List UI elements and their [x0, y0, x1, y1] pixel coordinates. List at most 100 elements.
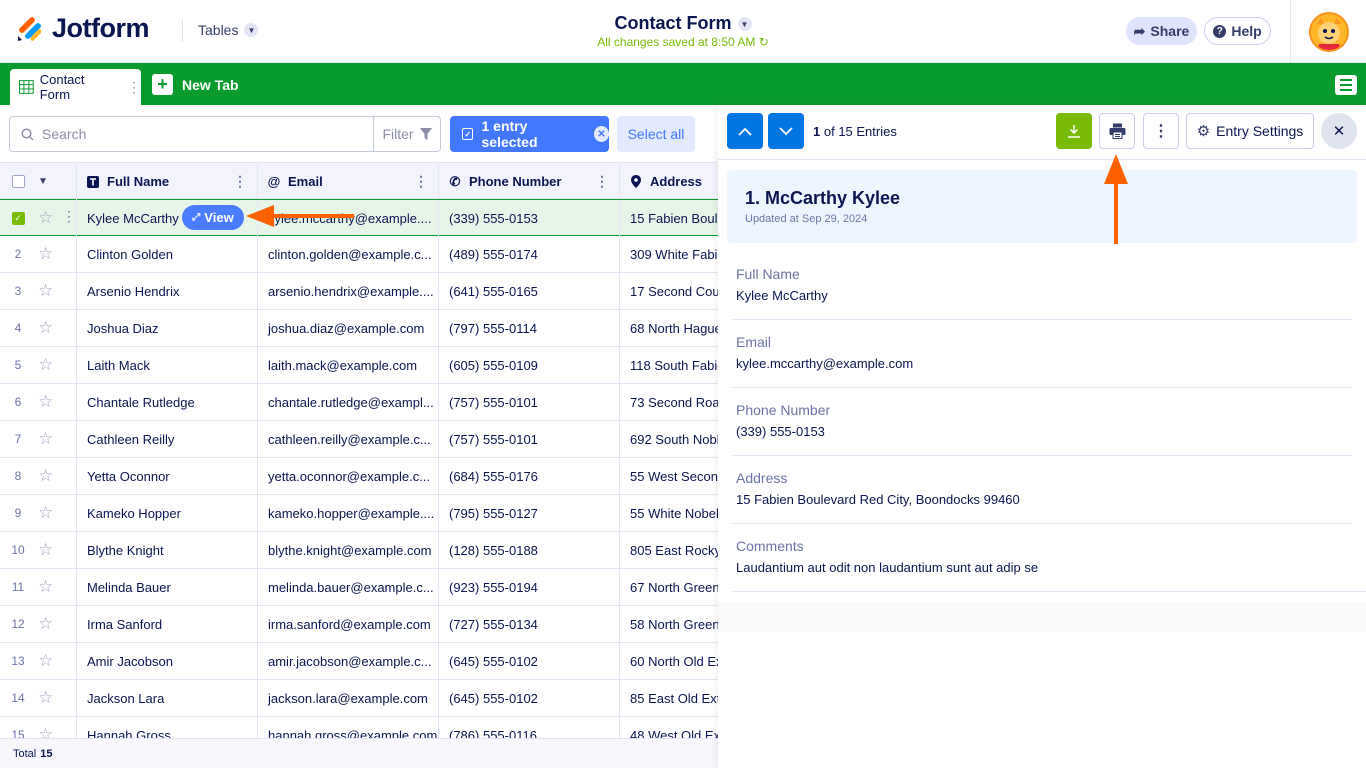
- cell-email[interactable]: kylee.mccarthy@example....: [258, 200, 439, 236]
- avatar[interactable]: [1309, 12, 1349, 52]
- cell-full-name[interactable]: Melinda Bauer: [77, 569, 258, 605]
- cell-phone[interactable]: (489) 555-0174: [439, 236, 620, 272]
- star-icon[interactable]: ☆: [38, 282, 53, 300]
- column-full-name[interactable]: Full Name ⋮: [77, 163, 258, 200]
- cell-email[interactable]: chantale.rutledge@exampl...: [258, 384, 439, 420]
- cell-email[interactable]: joshua.diaz@example.com: [258, 310, 439, 346]
- cell-address[interactable]: 48 West Old Ex: [620, 717, 718, 739]
- cell-full-name[interactable]: Irma Sanford: [77, 606, 258, 642]
- chevron-down-icon[interactable]: ▼: [38, 176, 48, 187]
- cell-email[interactable]: irma.sanford@example.com: [258, 606, 439, 642]
- more-vertical-icon[interactable]: ⋮: [233, 173, 247, 190]
- cell-phone[interactable]: (641) 555-0165: [439, 273, 620, 309]
- cell-phone[interactable]: (605) 555-0109: [439, 347, 620, 383]
- cell-email[interactable]: arsenio.hendrix@example....: [258, 273, 439, 309]
- column-address[interactable]: Address: [620, 163, 718, 200]
- entry-settings-button[interactable]: ⚙ Entry Settings: [1186, 113, 1314, 149]
- star-icon[interactable]: ☆: [38, 541, 53, 559]
- close-panel-button[interactable]: ✕: [1321, 113, 1357, 149]
- star-icon[interactable]: ☆: [38, 652, 53, 670]
- clear-selection-icon[interactable]: ✕: [593, 126, 609, 142]
- cell-email[interactable]: cathleen.reilly@example.c...: [258, 421, 439, 457]
- cell-address[interactable]: 60 North Old Ex: [620, 643, 718, 679]
- cell-email[interactable]: kameko.hopper@example....: [258, 495, 439, 531]
- checkbox-checked-icon[interactable]: ✓: [11, 211, 25, 225]
- cell-email[interactable]: melinda.bauer@example.c...: [258, 569, 439, 605]
- share-button[interactable]: ➦ Share: [1126, 17, 1197, 45]
- cell-address[interactable]: 68 North Hague: [620, 310, 718, 346]
- cell-full-name[interactable]: Joshua Diaz: [77, 310, 258, 346]
- star-icon[interactable]: ☆: [38, 393, 53, 411]
- more-vertical-icon[interactable]: ⋮: [127, 79, 141, 96]
- table-row[interactable]: 6 ☆ Chantale Rutledge chantale.rutledge@exa…: [0, 384, 718, 421]
- cell-address[interactable]: 118 South Fabien: [620, 347, 718, 383]
- cell-address[interactable]: 73 Second Road: [620, 384, 718, 420]
- table-row[interactable]: 8 ☆ Yetta Oconnor yetta.oconnor@example.c..…: [0, 458, 718, 495]
- tab-contact-form[interactable]: Contact Form ⋮: [10, 69, 141, 105]
- row-checkbox[interactable]: ✓: [0, 200, 36, 236]
- star-icon[interactable]: ☆: [38, 319, 53, 337]
- star-icon[interactable]: ☆: [38, 504, 53, 522]
- cell-email[interactable]: amir.jacobson@example.c...: [258, 643, 439, 679]
- previous-entry-button[interactable]: [727, 113, 763, 149]
- cell-full-name[interactable]: Kameko Hopper: [77, 495, 258, 531]
- more-vertical-icon[interactable]: ⋮: [414, 173, 428, 190]
- cell-phone[interactable]: (757) 555-0101: [439, 384, 620, 420]
- cell-phone[interactable]: (786) 555-0116: [439, 717, 620, 738]
- next-entry-button[interactable]: [768, 113, 804, 149]
- cell-address[interactable]: 15 Fabien Boulev: [620, 200, 718, 236]
- cell-phone[interactable]: (923) 555-0194: [439, 569, 620, 605]
- cell-email[interactable]: hannah.gross@example.com: [258, 717, 439, 738]
- select-all-checkbox[interactable]: [12, 175, 25, 188]
- star-icon[interactable]: ☆: [38, 430, 53, 448]
- menu-button[interactable]: [1335, 75, 1357, 95]
- cell-phone[interactable]: (757) 555-0101: [439, 421, 620, 457]
- cell-full-name[interactable]: Chantale Rutledge: [77, 384, 258, 420]
- cell-phone[interactable]: (727) 555-0134: [439, 606, 620, 642]
- cell-email[interactable]: yetta.oconnor@example.c...: [258, 458, 439, 494]
- help-button[interactable]: ? Help: [1204, 17, 1271, 45]
- view-entry-button[interactable]: ⤢ View: [182, 205, 244, 230]
- cell-full-name[interactable]: Arsenio Hendrix: [77, 273, 258, 309]
- cell-address[interactable]: 17 Second Cour: [620, 273, 718, 309]
- table-row[interactable]: 12 ☆ Irma Sanford irma.sanford@example.com(…: [0, 606, 718, 643]
- star-icon[interactable]: ☆: [38, 689, 53, 707]
- table-row[interactable]: 14 ☆ Jackson Lara jackson.lara@example.com(…: [0, 680, 718, 717]
- cell-phone[interactable]: (339) 555-0153: [439, 200, 620, 236]
- download-button[interactable]: [1056, 113, 1092, 149]
- cell-email[interactable]: jackson.lara@example.com: [258, 680, 439, 716]
- more-vertical-icon[interactable]: ⋮: [595, 173, 609, 190]
- more-options-button[interactable]: ⋮: [1143, 113, 1179, 149]
- cell-phone[interactable]: (645) 555-0102: [439, 680, 620, 716]
- table-row[interactable]: 10 ☆ Blythe Knight blythe.knight@example.co…: [0, 532, 718, 569]
- star-icon[interactable]: ☆: [38, 578, 53, 596]
- cell-full-name[interactable]: Blythe Knight: [77, 532, 258, 568]
- cell-full-name[interactable]: Clinton Golden: [77, 236, 258, 272]
- table-row[interactable]: 9 ☆ Kameko Hopper kameko.hopper@example....…: [0, 495, 718, 532]
- table-row[interactable]: 4 ☆ Joshua Diaz joshua.diaz@example.com (797…: [0, 310, 718, 347]
- table-row[interactable]: 13 ☆ Amir Jacobson amir.jacobson@example.c.…: [0, 643, 718, 680]
- cell-address[interactable]: 55 West Second: [620, 458, 718, 494]
- cell-address[interactable]: 55 White Nobel: [620, 495, 718, 531]
- cell-address[interactable]: 58 North Green: [620, 606, 718, 642]
- cell-full-name[interactable]: Jackson Lara: [77, 680, 258, 716]
- table-row[interactable]: 2 ☆ Clinton Golden clinton.golden@example.c…: [0, 236, 718, 273]
- table-row[interactable]: 7 ☆ Cathleen Reilly cathleen.reilly@example…: [0, 421, 718, 458]
- cell-email[interactable]: blythe.knight@example.com: [258, 532, 439, 568]
- column-email[interactable]: @ Email ⋮: [258, 163, 439, 200]
- cell-full-name[interactable]: Amir Jacobson: [77, 643, 258, 679]
- star-icon[interactable]: ☆: [38, 209, 53, 227]
- cell-phone[interactable]: (645) 555-0102: [439, 643, 620, 679]
- filter-button[interactable]: Filter: [373, 116, 441, 152]
- cell-full-name[interactable]: Yetta Oconnor: [77, 458, 258, 494]
- cell-phone[interactable]: (795) 555-0127: [439, 495, 620, 531]
- cell-full-name[interactable]: Laith Mack: [77, 347, 258, 383]
- cell-address[interactable]: 85 East Old Exte: [620, 680, 718, 716]
- more-vertical-icon[interactable]: ⋮: [62, 208, 76, 225]
- cell-full-name[interactable]: Hannah Gross: [77, 717, 258, 738]
- cell-phone[interactable]: (684) 555-0176: [439, 458, 620, 494]
- cell-address[interactable]: 805 East Rocky: [620, 532, 718, 568]
- cell-email[interactable]: clinton.golden@example.c...: [258, 236, 439, 272]
- star-icon[interactable]: ☆: [38, 356, 53, 374]
- cell-email[interactable]: laith.mack@example.com: [258, 347, 439, 383]
